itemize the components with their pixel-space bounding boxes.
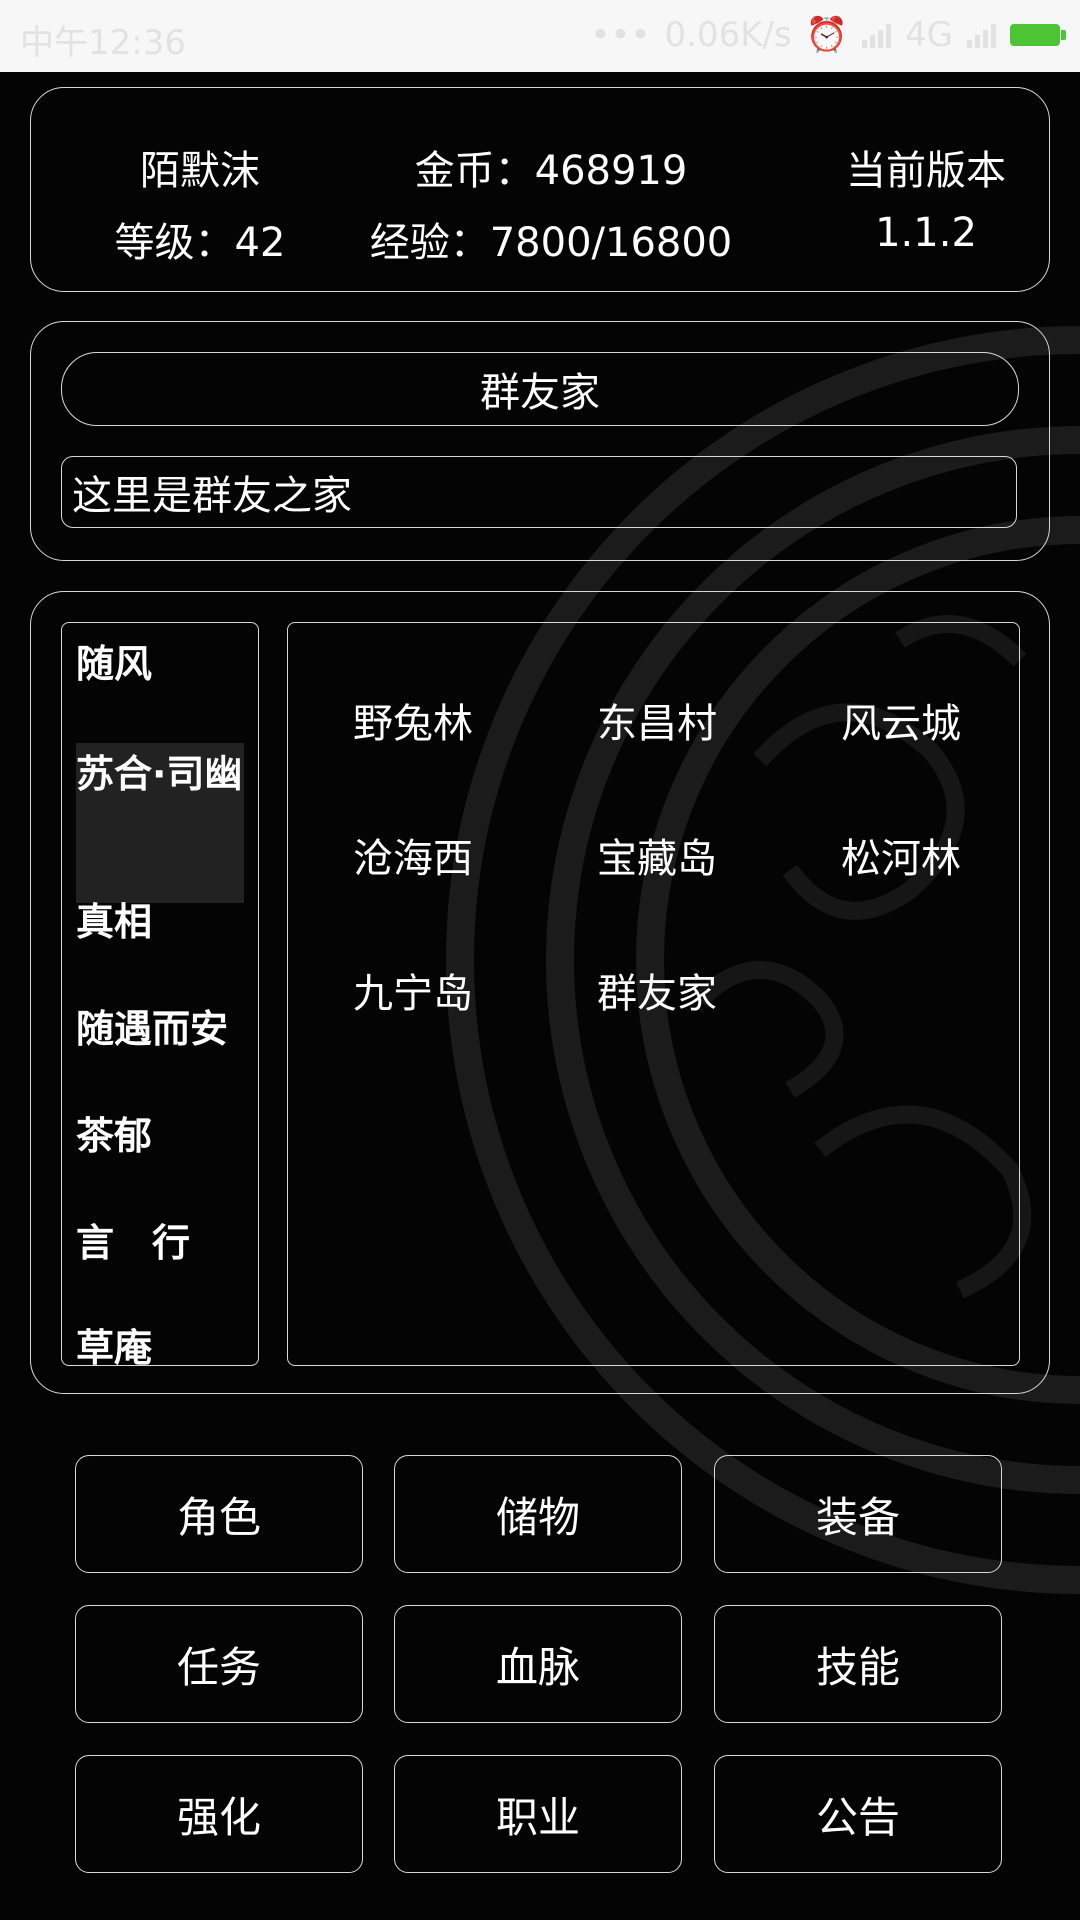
player-item[interactable]: 草庵 [76, 1323, 244, 1365]
zone-item[interactable]: 宝藏岛 [572, 826, 742, 884]
status-bar: 中午12:36 ••• 0.06K/s ⏰ 4G [0, 0, 1080, 72]
player-item[interactable]: 茶郁 [76, 1111, 244, 1161]
zone-item[interactable]: 九宁岛 [328, 961, 498, 1019]
quest-button[interactable]: 任务 [75, 1605, 363, 1723]
location-panel: 群友家 这里是群友之家 [30, 321, 1050, 561]
location-description: 这里是群友之家 [61, 456, 1017, 528]
zone-item[interactable]: 松河林 [816, 826, 986, 884]
map-panel: 随风 苏合·司幽 真相 随遇而安 茶郁 言 行 草庵 野兔林 东昌村 风云城 沧… [30, 591, 1050, 1394]
profession-button[interactable]: 职业 [394, 1755, 682, 1873]
player-item[interactable]: 真相 [76, 897, 244, 947]
gold-amount: 金币：468919 [414, 148, 688, 194]
signal-icon-2 [967, 22, 996, 48]
zone-item[interactable]: 沧海西 [328, 826, 498, 884]
net-speed: 0.06K/s [664, 15, 792, 55]
enhance-button[interactable]: 强化 [75, 1755, 363, 1873]
version-label: 当前版本 [846, 148, 1006, 194]
more-dots-icon: ••• [590, 15, 651, 55]
status-icons: ••• 0.06K/s ⏰ 4G [590, 15, 1066, 55]
skill-button[interactable]: 技能 [714, 1605, 1002, 1723]
player-item[interactable]: 随风 [76, 639, 244, 689]
experience: 经验：7800/16800 [369, 220, 733, 266]
bloodline-button[interactable]: 血脉 [394, 1605, 682, 1723]
announcement-button[interactable]: 公告 [714, 1755, 1002, 1873]
status-time: 中午12:36 [20, 23, 186, 63]
player-level: 等级：42 [114, 220, 286, 266]
alarm-icon: ⏰ [805, 15, 849, 55]
version-number: 1.1.2 [875, 210, 977, 256]
signal-icon [862, 22, 892, 48]
player-name: 陌默沫 [140, 148, 260, 194]
zone-item[interactable]: 东昌村 [572, 691, 742, 749]
storage-button[interactable]: 储物 [394, 1455, 682, 1573]
zone-grid: 野兔林 东昌村 风云城 沧海西 宝藏岛 松河林 九宁岛 群友家 [287, 622, 1020, 1366]
zone-item[interactable]: 野兔林 [328, 691, 498, 749]
player-info-panel: 陌默沫 等级：42 金币：468919 经验：7800/16800 当前版本 1… [30, 87, 1050, 292]
player-item-selected[interactable]: 苏合·司幽 [76, 743, 244, 903]
zone-item[interactable]: 风云城 [816, 691, 986, 749]
network-type: 4G [905, 15, 953, 55]
equipment-button[interactable]: 装备 [714, 1455, 1002, 1573]
battery-icon [1010, 24, 1066, 46]
player-item[interactable]: 言 行 [76, 1218, 244, 1268]
player-item[interactable]: 随遇而安 [76, 1004, 244, 1054]
player-list[interactable]: 随风 苏合·司幽 真相 随遇而安 茶郁 言 行 草庵 [61, 622, 259, 1366]
role-button[interactable]: 角色 [75, 1455, 363, 1573]
zone-item[interactable]: 群友家 [572, 961, 742, 1019]
location-title[interactable]: 群友家 [61, 352, 1019, 426]
